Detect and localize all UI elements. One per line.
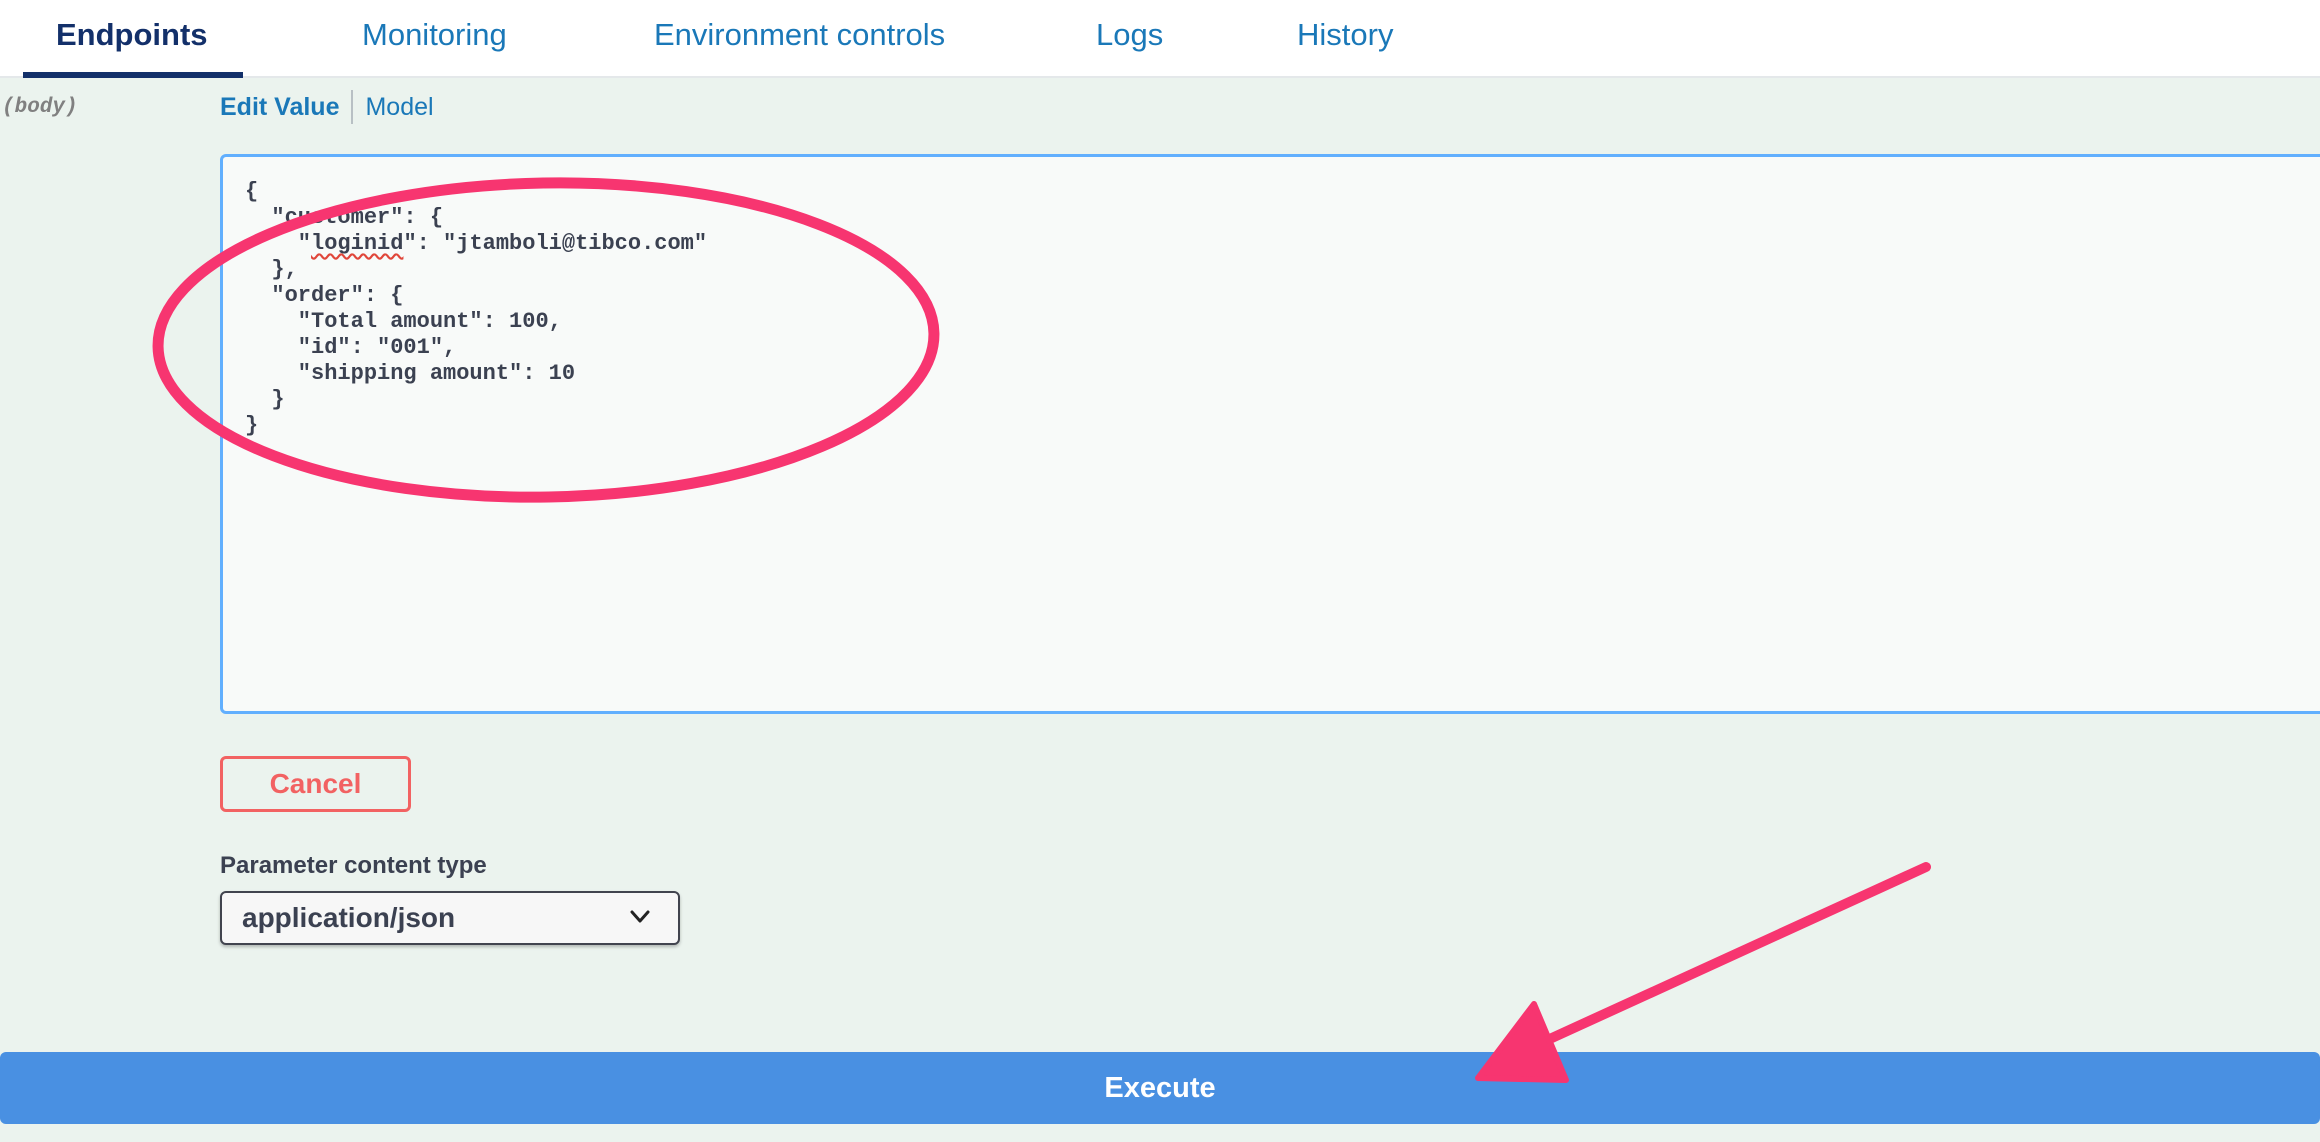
spellcheck-word: loginid [311, 231, 404, 256]
cancel-button[interactable]: Cancel [220, 756, 411, 812]
body-line: "Total amount": 100, [245, 309, 562, 334]
body-line: } [245, 413, 259, 438]
execute-button[interactable]: Execute [0, 1052, 2320, 1124]
chevron-down-icon [630, 910, 650, 923]
body-line: "shipping amount": 10 [245, 361, 576, 386]
content-type-value: application/json [242, 902, 456, 933]
content-type-select[interactable]: application/json [220, 891, 680, 945]
body-line: }, [245, 257, 298, 282]
body-line: "id": "001", [245, 335, 457, 360]
body-line: "customer": { [245, 205, 444, 230]
body-view-tabs: Edit Value Model [220, 90, 434, 124]
tab-history[interactable]: History [1297, 0, 1393, 78]
top-navigation: Endpoints Monitoring Environment control… [0, 0, 2320, 78]
body-line: } [245, 387, 285, 412]
content-type-label: Parameter content type [220, 852, 487, 879]
tab-logs[interactable]: Logs [1096, 0, 1163, 78]
tab-endpoints[interactable]: Endpoints [23, 0, 242, 78]
tab-divider [351, 90, 354, 124]
body-line: { [245, 179, 259, 204]
body-line: "order": { [245, 283, 404, 308]
body-line-loginid: "loginid": "jtamboli@tibco.com" [245, 231, 708, 256]
request-body-editor[interactable]: { "customer": { "loginid": "jtamboli@tib… [220, 154, 2320, 714]
tab-monitoring[interactable]: Monitoring [362, 0, 507, 78]
tab-edit-value[interactable]: Edit Value [220, 93, 339, 122]
tab-model[interactable]: Model [365, 93, 433, 122]
parameter-name: (body) [2, 96, 78, 119]
swagger-page: Endpoints Monitoring Environment control… [0, 0, 2320, 1142]
tab-environment-controls[interactable]: Environment controls [654, 0, 945, 78]
